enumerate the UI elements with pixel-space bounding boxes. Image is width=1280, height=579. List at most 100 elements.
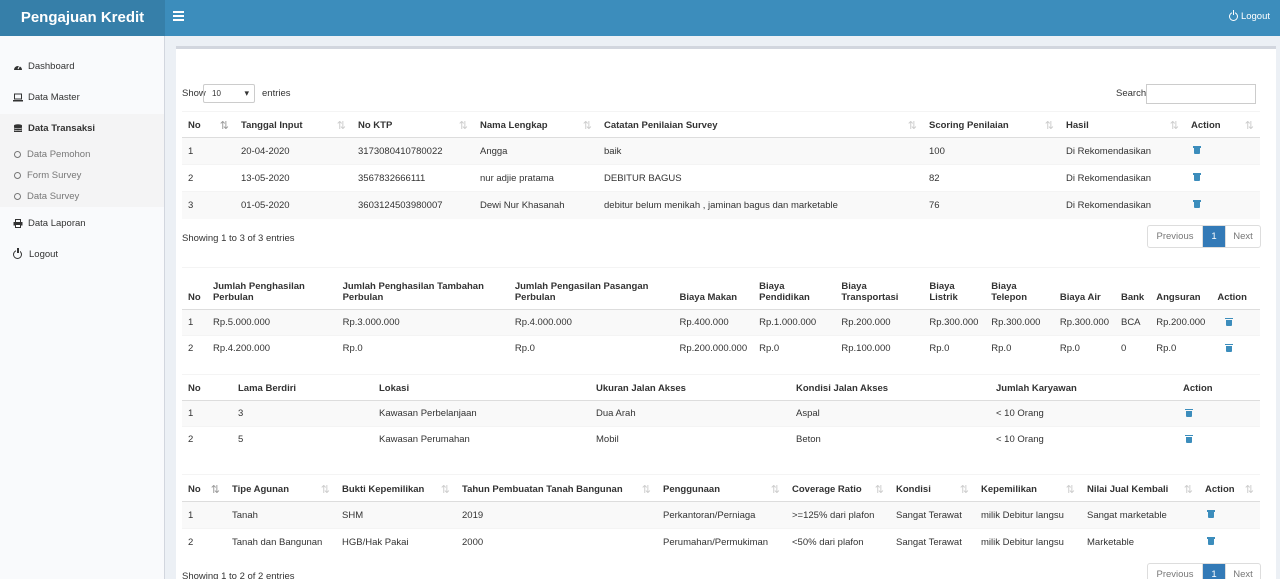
previous-button[interactable]: Previous [1148,226,1202,247]
sidebar-subitem-form-survey[interactable]: Form Survey [14,166,81,184]
table-cell: Beton [790,426,990,453]
table-cell: Sangat marketable [1081,501,1199,529]
trash-icon[interactable] [1185,408,1193,417]
table-cell: 100 [923,137,1060,165]
table-row: 2 Rp.4.200.000 Rp.0 Rp.0 Rp.200.000.000 Rp.0 R… [182,335,1260,362]
trash-icon[interactable] [1225,343,1234,352]
column-header[interactable]: Nama Lengkap [474,111,598,138]
table-cell: 2000 [456,528,657,556]
column-header[interactable]: Scoring Penilaian [923,111,1060,138]
column-header[interactable]: Action [1199,474,1260,502]
table-cell: BCA [1114,309,1151,336]
column-header[interactable]: Tipe Agunan [226,474,336,502]
table-cell: HGB/Hak Pakai [336,528,456,556]
column-header[interactable]: No [182,111,235,138]
sidebar-item-logout[interactable]: Logout [0,240,164,268]
table-cell: Rp.400.000 [673,309,754,336]
next-button[interactable]: Next [1225,226,1260,247]
action-cell [1199,501,1260,529]
table-cell: Sangat Terawat [890,501,975,529]
table-cell: Rp.300.000 [985,309,1054,336]
trash-icon[interactable] [1193,145,1201,154]
column-header[interactable]: Nilai Jual Kembali [1081,474,1199,502]
action-cell [1199,528,1260,556]
table-cell: Tanah dan Bangunan [226,528,336,556]
circle-icon [14,150,21,158]
table-cell: Di Rekomendasikan [1060,164,1185,192]
column-header[interactable]: Bukti Kepemilikan [336,474,456,502]
entries-select[interactable]: 10 [203,84,255,103]
sidebar: Dashboard Data Master Data Transaksi Dat… [0,36,165,579]
column-header: Lokasi [373,374,590,401]
table-cell: Perkantoran/Perniaga [657,501,786,529]
table-cell: Rp.1.000.000 [753,309,836,336]
table-cell: Kawasan Perbelanjaan [373,400,590,427]
trash-icon[interactable] [1185,434,1193,443]
column-header[interactable]: Tahun Pembuatan Tanah Bangunan [456,474,657,502]
column-header: Ukuran Jalan Akses [590,374,790,401]
trash-icon[interactable] [1193,172,1201,181]
logout-link[interactable]: Logout [1228,10,1270,22]
column-header[interactable]: Penggunaan [657,474,786,502]
action-cell [1185,164,1260,192]
column-header[interactable]: Hasil [1060,111,1185,138]
page-1-button[interactable]: 1 [1202,564,1225,579]
column-header: Jumlah Penghasilan Tambahan Perbulan [336,267,509,310]
trash-icon[interactable] [1193,199,1201,209]
table-row: 1 Tanah SHM 2019 Perkantoran/Perniaga >=125% … [182,501,1260,529]
column-header[interactable]: Kepemilikan [975,474,1081,502]
column-header[interactable]: No [182,474,226,502]
table-cell: 3173080410780022 [352,137,474,165]
previous-button[interactable]: Previous [1148,564,1202,579]
table-cell: Dua Arah [590,400,790,427]
sidebar-item-dashboard[interactable]: Dashboard [0,52,164,80]
table-row: 3 01-05-2020 3603124503980007 Dewi Nur Khas… [182,191,1260,219]
content-box: Show 10 entries Search: NoTanggal InputN… [176,46,1276,579]
trash-icon[interactable] [1225,317,1234,326]
column-header[interactable]: No KTP [352,111,474,138]
table-cell: 13-05-2020 [235,164,352,192]
table-row: 1 Rp.5.000.000 Rp.3.000.000 Rp.4.000.000 Rp.… [182,309,1260,336]
table-cell: 5 [232,426,373,453]
laptop-icon [13,93,23,101]
table-cell: Rp.100.000 [835,335,924,362]
trash-icon[interactable] [1207,536,1215,546]
sidebar-item-data-master[interactable]: Data Master [0,83,164,111]
action-cell [1177,426,1260,453]
column-header: Jumlah Karyawan [990,374,1177,401]
power-icon [13,247,22,259]
menu-toggle-icon[interactable] [173,11,184,23]
table-cell: SHM [336,501,456,529]
table-cell: 1 [182,400,232,427]
table-agunan: NoTipe AgunanBukti KepemilikanTahun Pemb… [182,474,1260,556]
next-button[interactable]: Next [1225,564,1260,579]
search-input[interactable] [1146,84,1256,104]
page-1-button[interactable]: 1 [1202,226,1225,247]
table-cell: Kawasan Perumahan [373,426,590,453]
sidebar-subitem-data-pemohon[interactable]: Data Pemohon [14,145,90,163]
column-header[interactable]: Kondisi [890,474,975,502]
table-cell: Rp.200.000.000 [673,335,754,362]
table-cell: Mobil [590,426,790,453]
table-cell: Di Rekomendasikan [1060,137,1185,165]
table-cell: Rp.0 [508,335,674,362]
column-header[interactable]: Coverage Ratio [786,474,890,502]
app-brand[interactable]: Pengajuan Kredit [0,0,165,36]
column-header: No [182,374,232,401]
table-row: 2 Tanah dan Bangunan HGB/Hak Pakai 2000 Peru… [182,528,1260,556]
table-cell: Rp.0 [985,335,1054,362]
table-cell: Rp.300.000 [923,309,986,336]
column-header[interactable]: Action [1185,111,1260,138]
table-cell: Rp.200.000 [835,309,924,336]
column-header: Biaya Telepon [985,267,1054,310]
column-header: Biaya Pendidikan [753,267,836,310]
column-header[interactable]: Catatan Penilaian Survey [598,111,923,138]
sidebar-item-data-transaksi[interactable]: Data Transaksi [0,114,164,142]
column-header[interactable]: Tanggal Input [235,111,352,138]
table-info: Showing 1 to 2 of 2 entries [182,571,295,579]
sidebar-subitem-data-survey[interactable]: Data Survey [14,187,79,205]
trash-icon[interactable] [1207,509,1215,518]
sidebar-item-data-laporan[interactable]: Data Laporan [0,209,164,237]
table-cell: milik Debitur langsu [975,528,1081,556]
circle-icon [14,192,21,200]
